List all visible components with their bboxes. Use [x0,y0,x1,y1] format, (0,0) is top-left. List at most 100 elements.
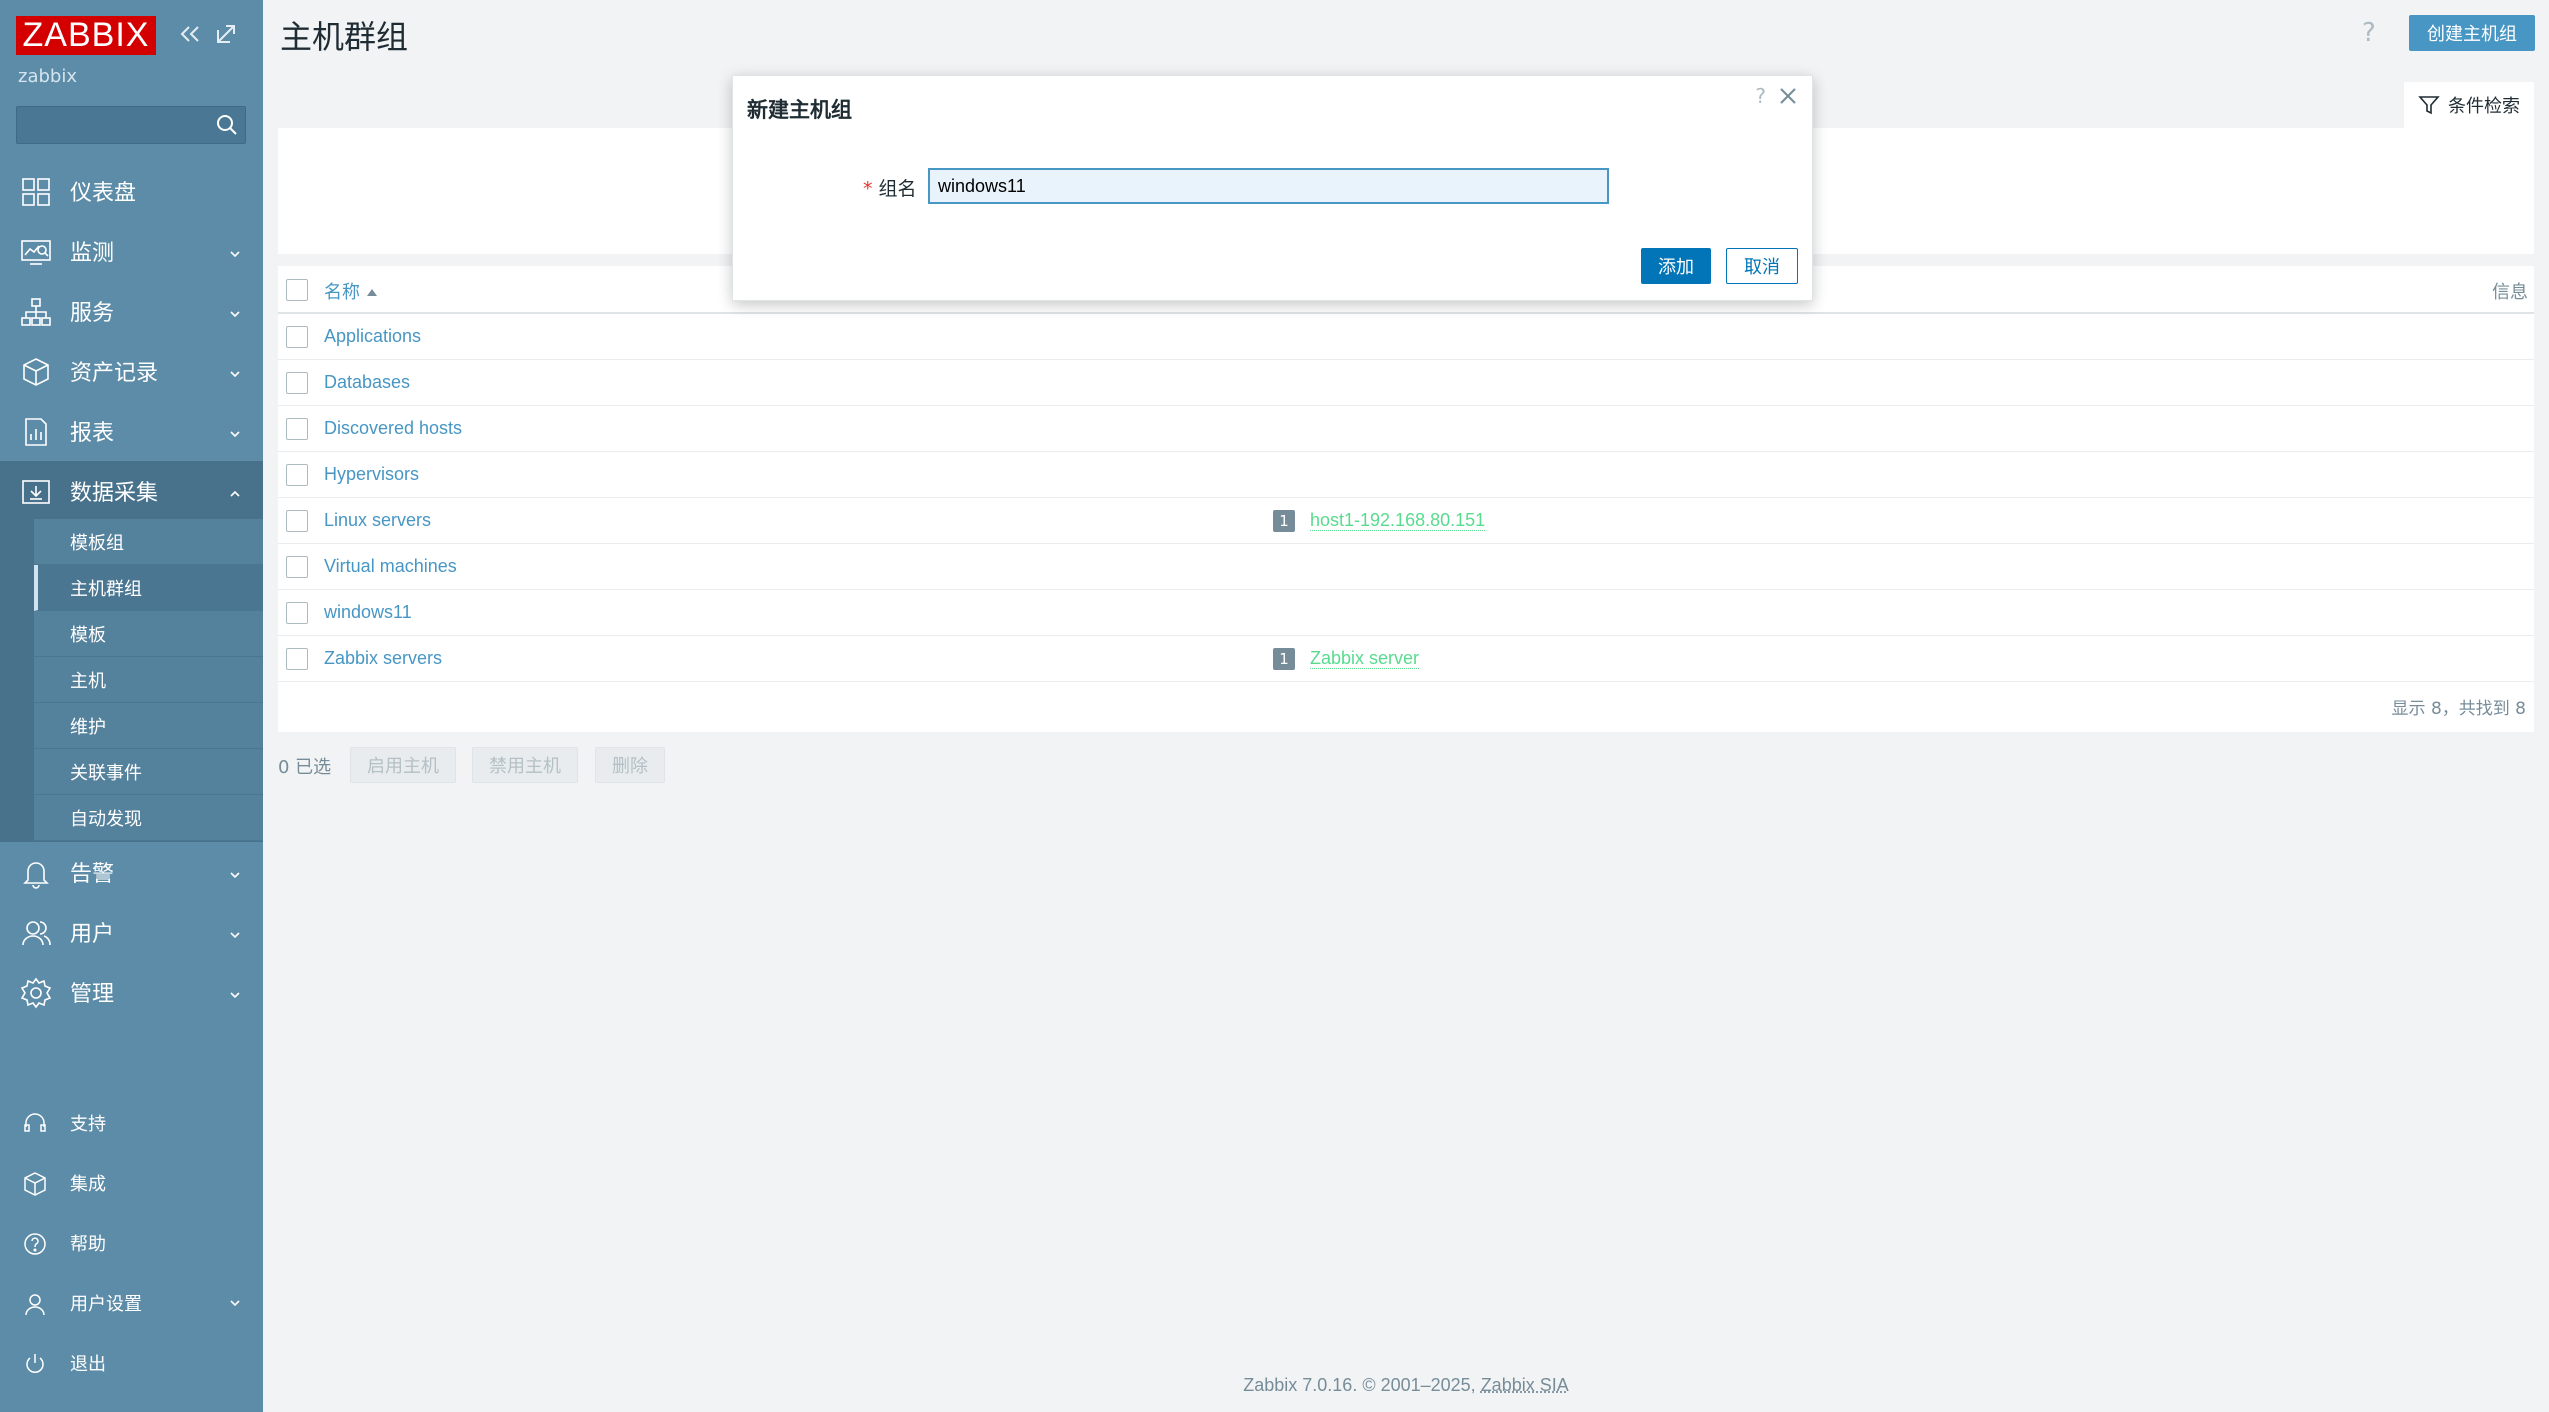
nav-alerts[interactable]: 告警 [0,842,263,902]
row-checkbox[interactable] [286,418,308,440]
nav-data-collection-label: 数据采集 [70,481,159,506]
subnav-hosts[interactable]: 主机 [34,657,263,703]
nav-services[interactable]: 服务 [0,281,263,341]
cancel-button[interactable]: 取消 [1726,248,1798,284]
required-marker: * [863,178,873,200]
row-checkbox[interactable] [286,556,308,578]
nav-support[interactable]: 支持 [0,1098,263,1148]
subnav-templates[interactable]: 模板 [34,611,263,657]
reports-icon [20,416,52,448]
row-checkbox[interactable] [286,464,308,486]
user-icon [22,1291,48,1317]
zabbix-logo[interactable]: ZABBIX [16,16,156,55]
select-all-checkbox[interactable] [286,279,308,301]
host-groups-table: 名称 信息 Applications Databases Discovered … [278,266,2534,732]
host-link[interactable]: Zabbix server [1310,648,1420,669]
subnav-discovery[interactable]: 自动发现 [34,795,263,841]
nav-monitoring[interactable]: 监测 [0,221,263,281]
create-host-group-button[interactable]: 创建主机组 [2409,15,2535,51]
nav-reports-label: 报表 [70,421,115,446]
nav-reports[interactable]: 报表 [0,401,263,461]
nav-user-settings[interactable]: 用户设置 [0,1278,263,1328]
sidebar-search-input[interactable] [17,107,207,143]
filter-tab[interactable]: 条件检索 [2404,82,2534,128]
host-group-link[interactable]: Discovered hosts [324,418,462,439]
chevron-down-icon [227,363,243,379]
collapse-sidebar-icon[interactable] [176,20,204,48]
subnav-host-groups[interactable]: 主机群组 [34,565,263,611]
host-group-link[interactable]: Zabbix servers [324,648,442,669]
filter-icon [2418,96,2440,115]
group-name-label: * 组名 [863,174,917,201]
row-checkbox[interactable] [286,648,308,670]
table-paging-info: 显示 8，共找到 8 [2391,699,2526,719]
subnav-template-groups[interactable]: 模板组 [34,519,263,565]
dialog-help-icon[interactable]: ? [1755,84,1766,108]
column-header-name[interactable]: 名称 [324,278,378,304]
dialog-title: 新建主机组 [747,98,852,122]
nav-user-settings-label: 用户设置 [70,1294,142,1315]
table-row: Hypervisors [278,452,2534,498]
page-help-icon[interactable]: ? [2362,18,2376,48]
host-group-link[interactable]: Hypervisors [324,464,419,485]
nav-integrations[interactable]: 集成 [0,1158,263,1208]
host-group-link[interactable]: Linux servers [324,510,431,531]
nav-sign-out[interactable]: 退出 [0,1338,263,1388]
footer-company-link[interactable]: Zabbix SIA [1481,1375,1569,1395]
row-checkbox[interactable] [286,510,308,532]
host-group-link[interactable]: windows11 [324,602,412,623]
services-icon [20,296,52,328]
integrations-icon [22,1171,48,1197]
nav-administration[interactable]: 管理 [0,962,263,1022]
subnav-maintenance[interactable]: 维护 [34,703,263,749]
host-group-link[interactable]: Virtual machines [324,556,457,577]
chevron-up-icon [227,483,243,499]
host-link[interactable]: host1-192.168.80.151 [1310,510,1486,531]
table-row: Linux servers 1 host1-192.168.80.151 [278,498,2534,544]
nav-alerts-label: 告警 [70,862,115,887]
chevron-down-icon [227,924,243,940]
row-checkbox[interactable] [286,372,308,394]
close-icon[interactable] [1776,84,1800,108]
table-row: Applications [278,314,2534,360]
group-name-input[interactable] [928,168,1609,204]
chevron-down-icon [227,864,243,880]
host-group-link[interactable]: Applications [324,326,421,347]
new-host-group-dialog: 新建主机组 ? *组名 添加 取消 [732,75,1813,301]
column-header-info: 信息 [2492,282,2528,303]
add-button[interactable]: 添加 [1641,248,1711,284]
search-icon[interactable] [215,113,239,142]
row-checkbox[interactable] [286,326,308,348]
gear-icon [20,977,52,1009]
nav-data-collection[interactable]: 数据采集 [0,461,263,521]
group-name-label-text: 组名 [878,178,917,200]
table-row: Databases [278,360,2534,406]
selected-count: 0 已选 [278,757,332,778]
inventory-icon [20,356,52,388]
row-checkbox[interactable] [286,602,308,624]
sidebar-search[interactable] [16,106,246,144]
kiosk-mode-icon[interactable] [212,20,240,48]
host-count-badge: 1 [1273,648,1295,670]
chevron-down-icon [227,243,243,259]
nav-inventory[interactable]: 资产记录 [0,341,263,401]
disable-hosts-button[interactable]: 禁用主机 [472,747,578,783]
host-group-link[interactable]: Databases [324,372,410,393]
subnav-event-correlation[interactable]: 关联事件 [34,749,263,795]
table-row: Virtual machines [278,544,2534,590]
page-title: 主机群组 [280,18,409,56]
column-header-name-label: 名称 [324,282,360,303]
enable-hosts-button[interactable]: 启用主机 [350,747,456,783]
headset-icon [22,1111,48,1137]
table-row: Zabbix servers 1 Zabbix server [278,636,2534,682]
nav-dashboards[interactable]: 仪表盘 [0,161,263,221]
delete-button[interactable]: 删除 [595,747,665,783]
nav-support-label: 支持 [70,1114,106,1135]
chevron-down-icon [227,303,243,319]
users-icon [20,917,52,949]
nav-users[interactable]: 用户 [0,902,263,962]
dashboard-icon [20,176,52,208]
help-icon [22,1231,48,1257]
nav-sign-out-label: 退出 [70,1354,106,1375]
nav-help[interactable]: 帮助 [0,1218,263,1268]
